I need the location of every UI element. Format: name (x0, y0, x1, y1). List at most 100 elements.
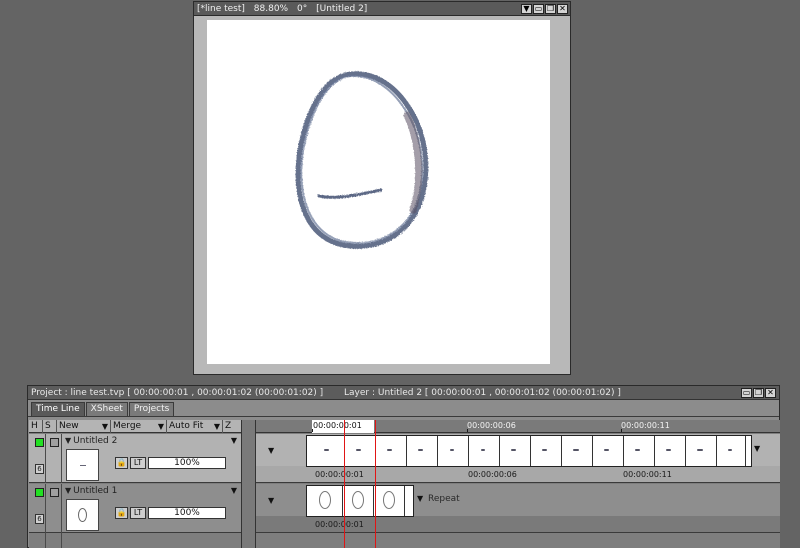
tab-xsheet[interactable]: XSheet (85, 402, 128, 416)
clip-frame[interactable] (500, 436, 531, 466)
layer-thumbnail (66, 499, 99, 531)
expand-triangle-icon: ▼ (65, 436, 72, 445)
clip-frame[interactable] (343, 486, 374, 516)
frame-mark (356, 449, 361, 451)
layer-list-header: H S New ▼ Merge ▼ Auto Fit ▼ Z (29, 420, 241, 433)
solo-toggle[interactable] (50, 488, 59, 497)
maximize-button[interactable]: ❐ (545, 4, 556, 14)
clip-end-arrow-icon[interactable]: ▼ (417, 494, 423, 503)
time-ruler[interactable]: 00:00:00:01 00:00:00:06 00:00:00:11 (256, 420, 780, 433)
clip-frame[interactable] (717, 436, 746, 466)
frame-mark (324, 449, 329, 451)
layer-number: 6 (35, 464, 44, 474)
clip-frame[interactable] (438, 436, 469, 466)
track-untitled-1[interactable]: ▼ ▼ Repeat 00:00:00:01 (256, 484, 780, 533)
clip-frame[interactable] (376, 436, 407, 466)
header-hide[interactable]: H (29, 420, 43, 433)
minimize-button[interactable]: ▭ (533, 4, 544, 14)
expand-triangle-icon: ▼ (65, 486, 72, 495)
clip-frame[interactable] (624, 436, 655, 466)
lock-icon[interactable]: 🔒 (115, 507, 128, 519)
lock-icon[interactable]: 🔒 (115, 457, 128, 469)
layer-name: ▼ Untitled 2 (65, 436, 117, 446)
chevron-down-icon: ▼ (101, 422, 108, 431)
ruler-tick (312, 429, 313, 432)
chevron-down-icon: ▼ (157, 422, 164, 431)
opacity-field[interactable]: 100% (148, 507, 226, 519)
visibility-toggle[interactable] (35, 488, 44, 497)
layer-menu-arrow-icon[interactable]: ▼ (231, 436, 237, 445)
light-table-button[interactable]: LT (130, 507, 146, 519)
clip-end-arrow-icon[interactable]: ▼ (754, 444, 760, 453)
clip-untitled-2[interactable] (306, 435, 752, 467)
clip-frame[interactable] (531, 436, 562, 466)
track-time-label: 00:00:00:01 (315, 520, 364, 529)
ruler-label: 00:00:00:06 (467, 421, 516, 430)
title-project: [*line test] (197, 4, 245, 14)
title-angle: 0° (297, 4, 308, 14)
clip-frame[interactable] (307, 436, 345, 466)
ruler-tick (467, 429, 468, 432)
panel-maximize-button[interactable]: ❐ (753, 388, 764, 398)
clip-frame[interactable] (374, 486, 405, 516)
frame-mark (635, 449, 640, 451)
clip-frame[interactable] (593, 436, 624, 466)
clip-frame[interactable] (307, 486, 343, 516)
layer-list: H S New ▼ Merge ▼ Auto Fit ▼ Z 6 ▼ Untitled … (29, 420, 241, 548)
drawing-canvas[interactable] (207, 20, 550, 364)
tab-time-line[interactable]: Time Line (31, 402, 85, 416)
tab-projects[interactable]: Projects (128, 402, 175, 416)
tabs-divider (28, 416, 779, 417)
close-button[interactable]: ✕ (557, 4, 568, 14)
panel-tabs: Time Line XSheet Projects (31, 402, 175, 416)
frame-mark (387, 449, 392, 451)
egg-frame-icon (352, 491, 364, 509)
frame-mark (728, 449, 732, 451)
panel-close-button[interactable]: ✕ (765, 388, 776, 398)
header-z[interactable]: Z (223, 420, 241, 433)
panel-splitter[interactable] (241, 420, 256, 548)
layer-menu-arrow-icon[interactable]: ▼ (231, 486, 237, 495)
track-untitled-2[interactable]: ▼ ▼ 00:00:00:01 00:00:00:06 00:00:00:11 (256, 434, 780, 483)
layer-number: 6 (35, 514, 44, 524)
column-divider (61, 533, 62, 548)
canvas-vertical-margin (550, 20, 568, 364)
mouth-line (317, 188, 383, 199)
clip-frame[interactable] (655, 436, 686, 466)
panel-minimize-button[interactable]: ▭ (741, 388, 752, 398)
auto-fit-label: Auto Fit (169, 421, 204, 431)
layer-row-untitled-2[interactable]: 6 ▼ Untitled 2 ▼ 🔒 LT 100% (29, 434, 241, 483)
frame-mark (481, 449, 485, 451)
frame-mark (542, 449, 547, 451)
opacity-field[interactable]: 100% (148, 457, 226, 469)
clip-frame[interactable] (686, 436, 717, 466)
canvas-titlebar[interactable]: [*line test] 88.80% 0° [Untitled 2] ▼ ▭ … (194, 2, 570, 16)
clip-frame[interactable] (407, 436, 438, 466)
clip-untitled-1[interactable] (306, 485, 414, 517)
frame-mark (511, 449, 516, 451)
layer-info: Layer : Untitled 2 [ 00:00:00:01 , 00:00… (344, 388, 621, 398)
visibility-toggle[interactable] (35, 438, 44, 447)
timeline-header: Project : line test.tvp [ 00:00:00:01 , … (28, 386, 779, 400)
merge-dropdown[interactable]: Merge ▼ (111, 420, 167, 433)
layer-row-untitled-1[interactable]: 6 ▼ Untitled 1 ▼ 🔒 LT 100% (29, 484, 241, 533)
window-menu-button[interactable]: ▼ (521, 4, 532, 14)
column-divider (45, 533, 46, 548)
solo-toggle[interactable] (50, 438, 59, 447)
header-solo[interactable]: S (43, 420, 57, 433)
timeline-track-area[interactable]: 00:00:00:01 00:00:00:06 00:00:00:11 ▼ ▼ … (256, 420, 780, 548)
repeat-label[interactable]: Repeat (428, 494, 460, 504)
clip-frame[interactable] (469, 436, 500, 466)
ruler-label: 00:00:00:11 (621, 421, 670, 430)
light-table-button[interactable]: LT (130, 457, 146, 469)
ruler-tick (621, 429, 622, 432)
playhead-start[interactable] (344, 420, 345, 548)
clip-frame[interactable] (345, 436, 376, 466)
column-divider (45, 484, 46, 533)
clip-frame[interactable] (562, 436, 593, 466)
title-zoom: 88.80% (253, 4, 289, 14)
column-divider (45, 434, 46, 483)
new-dropdown[interactable]: New ▼ (57, 420, 111, 433)
auto-fit-dropdown[interactable]: Auto Fit ▼ (167, 420, 223, 433)
playhead-end[interactable] (375, 420, 376, 548)
